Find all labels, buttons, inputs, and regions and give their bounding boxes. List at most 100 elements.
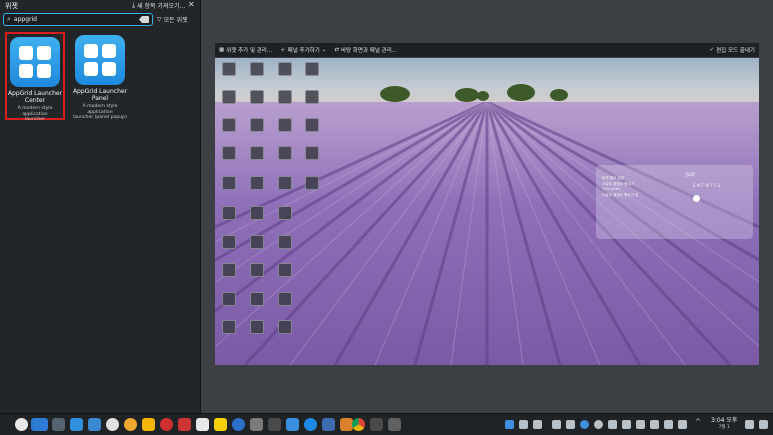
search-value: appgrid [13,16,37,23]
taskbar-app-icon[interactable] [142,418,155,431]
edit-mode-toolbar: ▦ 위젯 추가 및 관리... ＋ 패널 추가하기 ⌄ ⇄ 바탕 화면과 패널 … [215,43,759,57]
widget-name: AppGrid Launcher Center [7,90,63,104]
desktop-icon[interactable] [278,118,292,132]
widget-name: AppGrid Launcher Panel [72,88,128,102]
battery-icon[interactable] [678,420,687,429]
widget-explorer-panel: 위젯 ⤓ 새 항목 가져오기... ✕ ⌕ appgrid ▽ 모든 위젯 Ap… [0,0,201,413]
desktop-icon[interactable] [250,263,264,277]
desktop-icon[interactable] [278,176,292,190]
desktop-icon[interactable] [278,292,292,306]
taskbar-app-icon[interactable] [178,418,191,431]
desktop-icon[interactable] [222,206,236,220]
panel-title: 위젯 [5,2,18,10]
taskbar-app-icon[interactable] [370,418,383,431]
desktop-icon[interactable] [278,90,292,104]
taskbar-app-icon[interactable] [304,418,317,431]
show-desktop-icon[interactable] [759,420,768,429]
add-panel-button[interactable]: ＋ 패널 추가하기 ⌄ [280,46,326,54]
desktop-icon[interactable] [305,62,319,76]
desktop-icon[interactable] [278,62,292,76]
chevron-up-icon[interactable]: ^ [695,418,704,427]
tray-icon[interactable] [594,420,603,429]
widget-description: A modern style application launcher [17,106,53,122]
desktop-icon[interactable] [222,292,236,306]
file-manager-icon[interactable] [88,418,101,431]
desktop-icon[interactable] [305,176,319,190]
desktop-icon[interactable] [250,176,264,190]
tray-icon[interactable] [650,420,659,429]
category-filter-button[interactable]: ▽ 모든 위젯 [157,15,188,24]
add-widgets-button[interactable]: ▦ 위젯 추가 및 관리... [219,46,272,54]
check-icon: ✓ [709,47,715,53]
tray-icon[interactable] [505,420,514,429]
desktop-icon[interactable] [250,146,264,160]
configure-desktop-button[interactable]: ⇄ 바탕 화면과 패널 관리... [334,46,397,54]
get-new-label: 새 항목 가져오기... [137,3,186,10]
taskbar-app-icon[interactable] [268,418,281,431]
taskbar-app-icon[interactable] [286,418,299,431]
close-icon[interactable]: ✕ [188,0,195,9]
grid-icon: ▦ [219,47,225,53]
tray-icon[interactable] [552,420,561,429]
tray-icon[interactable] [622,420,631,429]
tray-icon[interactable] [745,420,754,429]
app-launcher-icon[interactable] [15,418,28,431]
desktop-icon[interactable] [250,292,264,306]
digital-clock[interactable]: 3:04 오후 7월 1 [711,417,737,431]
desktop-icon[interactable] [305,118,319,132]
clear-text-icon[interactable] [139,16,149,23]
desktop-icon[interactable] [222,118,236,132]
get-new-widgets-button[interactable]: ⤓ 새 항목 가져오기... [132,1,185,10]
desktop-icon[interactable] [278,146,292,160]
search-input[interactable]: ⌕ appgrid [3,13,153,26]
chevron-down-icon: ⌄ [321,47,327,53]
search-icon: ⌕ [7,15,11,23]
desktop-icon[interactable] [222,62,236,76]
desktop-icon[interactable] [250,206,264,220]
taskbar-app-icon[interactable] [250,418,263,431]
taskbar-app-icon[interactable] [52,418,65,431]
widget-card-appgrid-panel[interactable]: AppGrid Launcher Panel A modern style app… [70,32,130,120]
tray-icon[interactable] [533,420,542,429]
tree [507,84,535,101]
desktop-icon[interactable] [305,146,319,160]
download-icon: ⤓ [132,1,136,9]
desktop-icon[interactable] [250,62,264,76]
desktop-icon[interactable] [278,235,292,249]
tray-icon[interactable] [519,420,528,429]
taskbar-app-icon[interactable] [106,418,119,431]
desktop-icon[interactable] [222,176,236,190]
taskbar-app-icon[interactable] [124,418,137,431]
desktop-icon[interactable] [278,263,292,277]
desktop-icon[interactable] [305,90,319,104]
pager-icon[interactable] [31,418,48,431]
calendar-today-marker[interactable] [693,195,700,202]
desktop-icon[interactable] [250,235,264,249]
taskbar-app-icon[interactable] [388,418,401,431]
desktop-icon[interactable] [222,263,236,277]
desktop-icon[interactable] [222,146,236,160]
desktop-icon[interactable] [250,320,264,334]
tray-icon[interactable] [566,420,575,429]
desktop-icon[interactable] [222,235,236,249]
chrome-icon[interactable] [352,418,365,431]
appgrid-icon [10,37,60,87]
widget-card-appgrid-center[interactable]: AppGrid Launcher Center A modern style ap… [5,32,65,122]
taskbar-app-icon[interactable] [196,418,209,431]
taskbar-app-icon[interactable] [322,418,335,431]
exit-edit-mode-button[interactable]: ✓ 편집 모드 끝내기 [709,46,759,54]
taskbar-app-icon[interactable] [232,418,245,431]
desktop-icon[interactable] [278,206,292,220]
tray-icon[interactable] [580,420,589,429]
tray-icon[interactable] [636,420,645,429]
taskbar-app-icon[interactable] [214,418,227,431]
tray-icon[interactable] [608,420,617,429]
desktop-icon[interactable] [278,320,292,334]
taskbar-app-icon[interactable] [70,418,83,431]
volume-icon[interactable] [664,420,673,429]
desktop-icon[interactable] [250,118,264,132]
desktop-icon[interactable] [250,90,264,104]
taskbar-app-icon[interactable] [160,418,173,431]
desktop-icon[interactable] [222,320,236,334]
desktop-icon[interactable] [222,90,236,104]
